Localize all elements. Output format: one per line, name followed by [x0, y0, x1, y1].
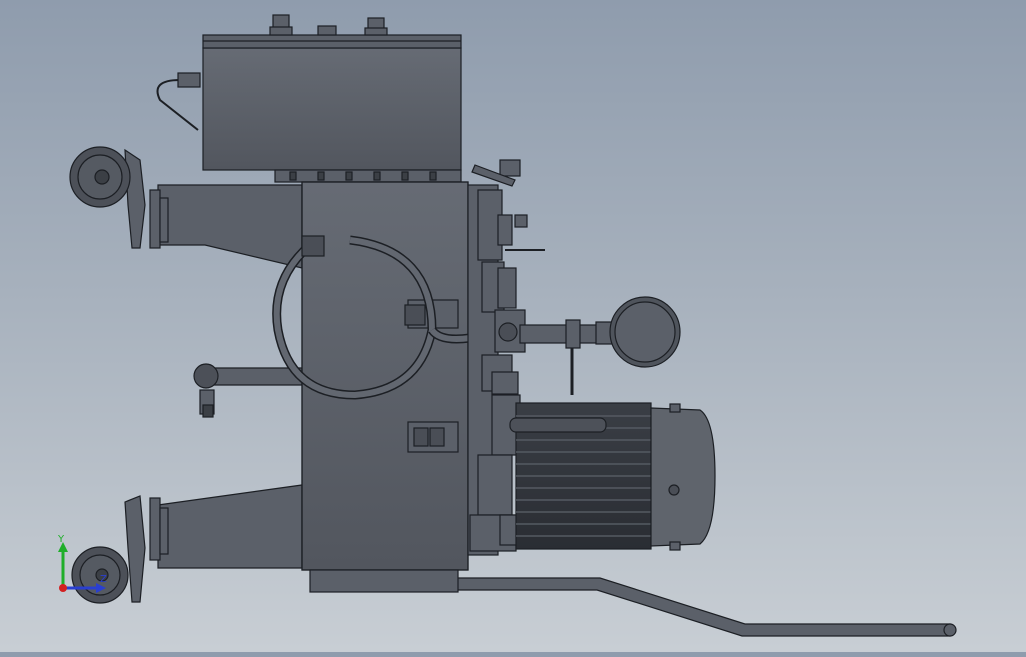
- lower-caster-arm: [157, 484, 303, 569]
- oil-tank: [301, 181, 469, 571]
- cad-viewport[interactable]: Y Z: [0, 0, 1026, 652]
- x-axis-icon: [59, 584, 67, 592]
- hydraulic-unit-model[interactable]: Y Z: [0, 0, 1026, 652]
- z-axis-label: Z: [100, 574, 107, 585]
- tow-handle: [439, 577, 951, 637]
- electrical-box: [202, 47, 462, 171]
- upper-caster-arm: [157, 184, 303, 269]
- y-axis-label: Y: [57, 534, 65, 545]
